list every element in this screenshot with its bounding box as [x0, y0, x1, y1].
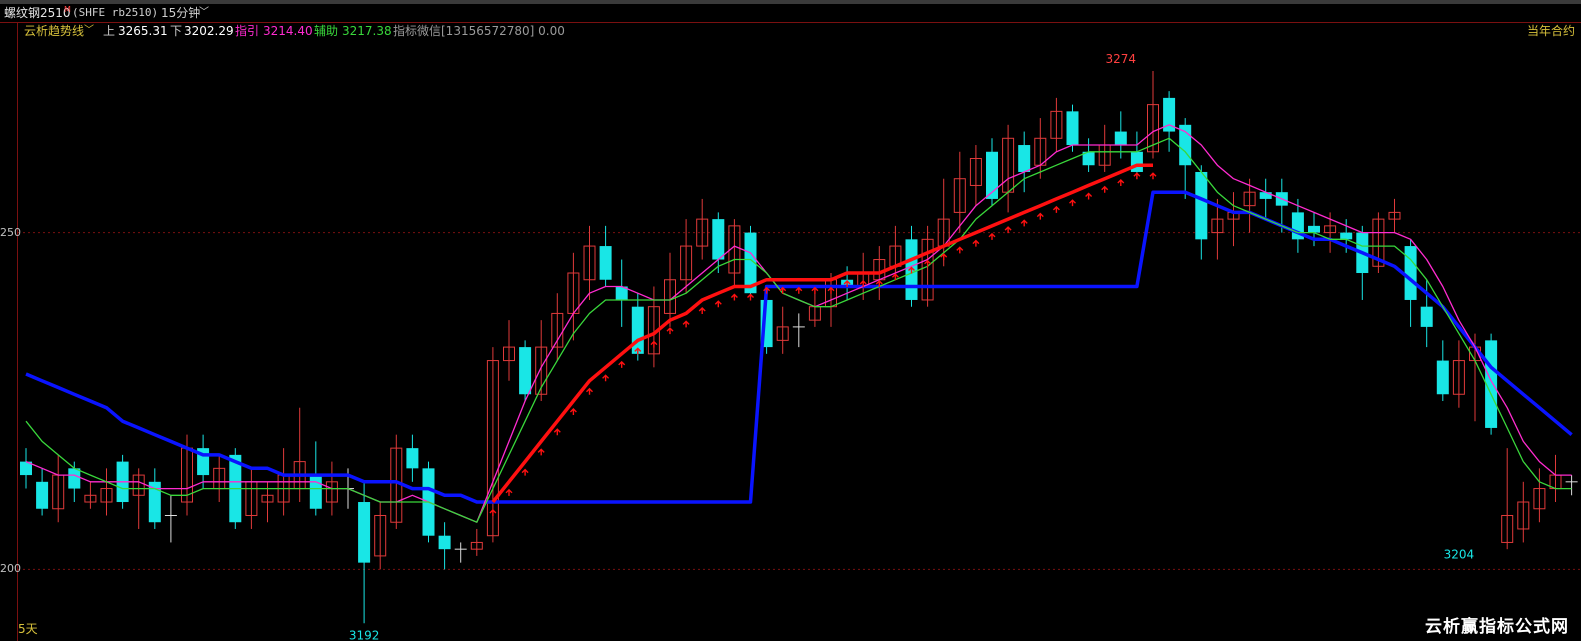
candle-body: [68, 468, 81, 489]
up-arrow-marker: [521, 468, 529, 476]
up-arrow-marker: [795, 286, 803, 294]
up-arrow-marker: [1052, 205, 1060, 213]
candle-body: [1404, 246, 1417, 300]
candle-body: [1114, 131, 1127, 146]
up-arrow-marker: [1149, 172, 1157, 180]
candle-body: [1130, 151, 1143, 172]
candle-body: [519, 347, 532, 395]
candlestick-chart[interactable]: 3274 3192 3204: [0, 0, 1581, 641]
price-annotation: 3274: [1106, 52, 1137, 66]
candle-body: [1179, 124, 1192, 166]
up-arrow-marker: [972, 239, 980, 247]
y-tick-label: 250: [0, 225, 21, 239]
candle-body: [1066, 111, 1079, 146]
days-label: 5天: [18, 622, 38, 636]
up-arrow-marker: [586, 387, 593, 395]
candle-body: [1420, 306, 1433, 327]
up-arrow-marker: [1036, 212, 1044, 220]
up-arrow-marker: [1020, 219, 1028, 227]
candle-body: [1259, 192, 1272, 199]
candle-body: [36, 481, 49, 509]
y-tick-label: 200: [0, 562, 21, 576]
up-arrow-marker: [505, 488, 513, 496]
up-arrow-marker: [1101, 185, 1109, 193]
candle-body: [309, 475, 322, 509]
up-arrow-marker: [924, 259, 932, 267]
watermark: 云析赢指标公式网: [1425, 617, 1569, 637]
up-arrow-marker: [553, 428, 561, 436]
candle-body: [599, 246, 612, 280]
up-arrow-marker: [1069, 199, 1076, 207]
candle-body: [1436, 360, 1449, 395]
up-arrow-marker: [537, 448, 545, 456]
up-arrow-marker: [618, 360, 626, 368]
up-arrow-marker: [1133, 172, 1141, 180]
up-arrow-marker: [714, 300, 722, 308]
candle-body: [631, 306, 644, 354]
up-arrow-marker: [1117, 178, 1125, 186]
up-arrow-marker: [682, 320, 690, 328]
candle-body: [438, 535, 451, 550]
up-arrow-marker: [730, 293, 738, 301]
price-annotation: 3192: [349, 628, 380, 641]
up-arrow-marker: [698, 306, 706, 314]
up-arrow-marker: [666, 327, 674, 335]
up-arrow-marker: [988, 232, 996, 240]
candle-body: [148, 481, 161, 523]
up-arrow-marker: [489, 509, 497, 517]
candle-body: [1018, 145, 1031, 172]
up-arrow-marker: [827, 286, 835, 294]
up-arrow-marker: [747, 293, 754, 301]
candle-body: [1195, 171, 1208, 240]
up-arrow-marker: [650, 340, 658, 348]
up-arrow-marker: [569, 407, 577, 415]
candle-body: [1308, 225, 1320, 233]
up-arrow-marker: [1004, 226, 1012, 234]
candle-body: [1340, 232, 1353, 240]
indicator-line-3: [491, 163, 1153, 504]
candle-body: [406, 448, 419, 469]
up-arrow-marker: [956, 246, 964, 254]
up-arrow-marker: [811, 286, 819, 294]
candle-body: [358, 502, 371, 563]
up-arrow-marker: [779, 286, 787, 294]
up-arrow-marker: [602, 374, 610, 382]
up-arrow-marker: [1085, 192, 1093, 200]
candle-body: [712, 219, 725, 260]
price-annotation: 3204: [1444, 547, 1475, 561]
